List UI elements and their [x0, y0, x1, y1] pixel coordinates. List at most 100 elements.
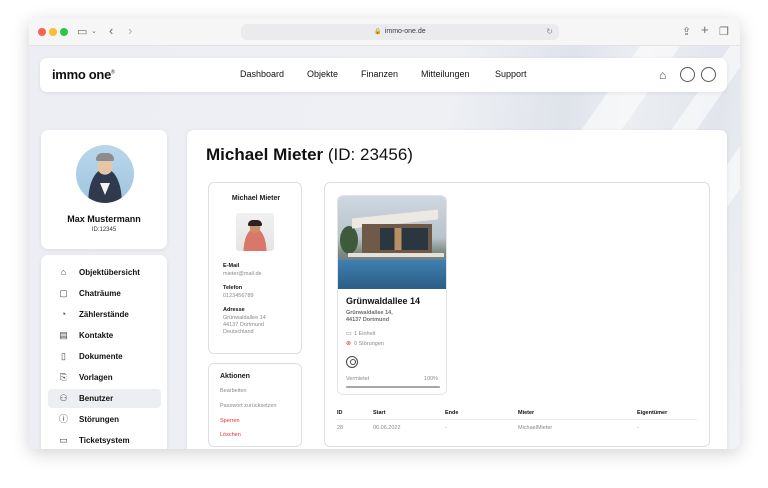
- avatar-hair: [96, 153, 114, 161]
- browser-titlebar: ▭ ⌄ ‹ › 🔒 immo-one.de ↻ ⇪ + ❐: [29, 18, 740, 46]
- sidebar-item-benutzer[interactable]: ⚇ Benutzer: [48, 389, 161, 408]
- sidebar-item-dokumente[interactable]: ▯ Dokumente: [48, 347, 161, 366]
- avatar-hair: [248, 220, 262, 226]
- gauge-icon: ◔: [60, 309, 67, 319]
- occupancy-progress-fill: [346, 386, 440, 388]
- property-image: [338, 196, 446, 289]
- address-line-2: 44137 Dortmund: [223, 322, 264, 328]
- chevron-down-icon[interactable]: ⌄: [91, 24, 97, 40]
- property-image-terrace: [348, 253, 444, 257]
- sidebar-item-stoerungen[interactable]: ⓘ Störungen: [48, 410, 161, 429]
- table-cell-end: -: [445, 425, 447, 431]
- page-title: Michael Mieter (ID: 23456): [206, 145, 413, 165]
- rental-status-label: Vermietet: [346, 376, 370, 382]
- url-text: immo-one.de: [384, 28, 426, 35]
- avatar-collar: [100, 183, 110, 195]
- nav-dashboard[interactable]: Dashboard: [240, 69, 284, 79]
- minimize-window-button[interactable]: [49, 28, 57, 36]
- sidebar-item-vorlagen[interactable]: ⎘ Vorlagen: [48, 368, 161, 387]
- tenant-user-icon: [346, 356, 358, 368]
- nav-finanzen[interactable]: Finanzen: [361, 69, 398, 79]
- nav-mitteilungen[interactable]: Mitteilungen: [421, 69, 470, 79]
- sidebar-item-label: Benutzer: [79, 394, 114, 403]
- page-title-name: Michael Mieter: [206, 145, 324, 164]
- avatar: [76, 145, 134, 203]
- sidebar-item-label: Störungen: [79, 415, 119, 424]
- issues-count: 0 Störungen: [354, 341, 384, 347]
- sidebar-item-label: Zählerstände: [79, 310, 129, 319]
- tabs-overview-icon[interactable]: ❐: [719, 24, 729, 40]
- reload-icon[interactable]: ↻: [546, 24, 553, 40]
- address-line-3: Deutschland: [223, 329, 254, 335]
- table-cell-start: 06.06.2022: [373, 425, 401, 431]
- email-value[interactable]: mieter@mail.de: [223, 271, 262, 278]
- actions-title: Aktionen: [220, 373, 250, 380]
- sidebar-item-zaehlerstaende[interactable]: ◔ Zählerstände: [48, 305, 161, 324]
- occupancy-progress: [346, 386, 440, 388]
- table-cell-owner: -: [637, 425, 639, 431]
- units-row: ▭ 1 Einheit: [346, 330, 375, 337]
- main-nav: Dashboard Objekte Finanzen Mitteilungen …: [40, 58, 727, 92]
- sidebar-item-ticketsystem[interactable]: ▭ Ticketsystem: [48, 431, 161, 449]
- share-icon[interactable]: ⇪: [682, 24, 691, 40]
- table-header-owner: Eigentümer: [637, 410, 668, 416]
- sidebar-item-label: Objektübersicht: [79, 268, 140, 277]
- document-icon: ▯: [61, 351, 66, 361]
- new-tab-icon[interactable]: +: [701, 22, 709, 38]
- sidebar-item-chatraeume[interactable]: ▢ Chaträume: [48, 284, 161, 303]
- close-window-button[interactable]: [38, 28, 46, 36]
- tenant-card: Michael Mieter E-Mail mieter@mail.de Tel…: [208, 182, 302, 354]
- property-card[interactable]: Grünwaldallee 14 Grünwaldallee 14, 44137…: [337, 195, 447, 395]
- property-address-line-1: Grünwaldallee 14,: [346, 310, 393, 316]
- property-image-windows: [380, 228, 428, 250]
- units-count: 1 Einheit: [354, 331, 376, 337]
- email-label: E-Mail: [223, 263, 240, 269]
- tenant-avatar: [236, 213, 274, 251]
- phone-label: Telefon: [223, 285, 243, 291]
- home-icon[interactable]: ⌂: [659, 67, 666, 83]
- lock-icon: 🔒: [374, 29, 382, 35]
- sidebar-item-kontakte[interactable]: ▤ Kontakte: [48, 326, 161, 345]
- logout-icon[interactable]: [701, 67, 716, 82]
- address-label: Adresse: [223, 307, 245, 313]
- table-header-end: Ende: [445, 410, 459, 416]
- table-header-id: ID: [337, 410, 343, 416]
- browser-window: ▭ ⌄ ‹ › 🔒 immo-one.de ↻ ⇪ + ❐ immo one® D…: [29, 18, 740, 449]
- app-header: immo one® Dashboard Objekte Finanzen Mit…: [40, 58, 727, 92]
- issue-icon: ⊗: [346, 341, 352, 347]
- rental-status-percent: 100%: [423, 376, 438, 382]
- main-panel: Michael Mieter (ID: 23456) Michael Miete…: [187, 130, 727, 449]
- bed-icon: ▭: [346, 331, 352, 337]
- users-icon: ⚇: [59, 393, 68, 403]
- edit-link[interactable]: Bearbeiten: [220, 388, 247, 394]
- forward-icon[interactable]: ›: [128, 23, 132, 39]
- table-cell-tenant[interactable]: MichaelMieter: [518, 425, 552, 431]
- reset-password-link[interactable]: Passwort zurücksetzen: [220, 403, 277, 409]
- delete-user-link[interactable]: Löschen: [220, 432, 241, 438]
- table-header-tenant: Mieter: [518, 410, 535, 416]
- table-header-start: Start: [373, 410, 386, 416]
- address-bar[interactable]: 🔒 immo-one.de ↻: [241, 24, 559, 40]
- actions-card: Aktionen Bearbeiten Passwort zurücksetze…: [208, 363, 302, 447]
- property-image-tree: [340, 226, 358, 254]
- contacts-icon: ▤: [59, 330, 68, 340]
- nav-support[interactable]: Support: [495, 69, 527, 79]
- nav-objekte[interactable]: Objekte: [307, 69, 338, 79]
- sidebar-toggle-icon[interactable]: ▭: [77, 24, 87, 40]
- phone-value[interactable]: 0123456789: [223, 293, 254, 300]
- page-content: immo one® Dashboard Objekte Finanzen Mit…: [29, 46, 740, 449]
- objects-card: Grünwaldallee 14 Grünwaldallee 14, 44137…: [324, 182, 710, 447]
- profile-name: Max Mustermann: [67, 214, 141, 224]
- property-address-line-2: 44137 Dortmund: [346, 317, 390, 323]
- lock-user-link[interactable]: Sperren: [220, 418, 240, 424]
- sidebar-item-label: Chaträume: [79, 289, 121, 298]
- back-icon[interactable]: ‹: [109, 23, 113, 39]
- zoom-window-button[interactable]: [60, 28, 68, 36]
- sidebar-item-label: Dokumente: [79, 352, 123, 361]
- account-icon[interactable]: [680, 67, 695, 82]
- issues-row: ⊗ 0 Störungen: [346, 340, 384, 347]
- sidebar-item-label: Ticketsystem: [79, 436, 130, 445]
- sidebar-menu: ⌂ Objektübersicht ▢ Chaträume ◔ Zählerst…: [41, 255, 167, 449]
- table-divider: [337, 419, 697, 420]
- sidebar-item-objektuebersicht[interactable]: ⌂ Objektübersicht: [48, 263, 161, 282]
